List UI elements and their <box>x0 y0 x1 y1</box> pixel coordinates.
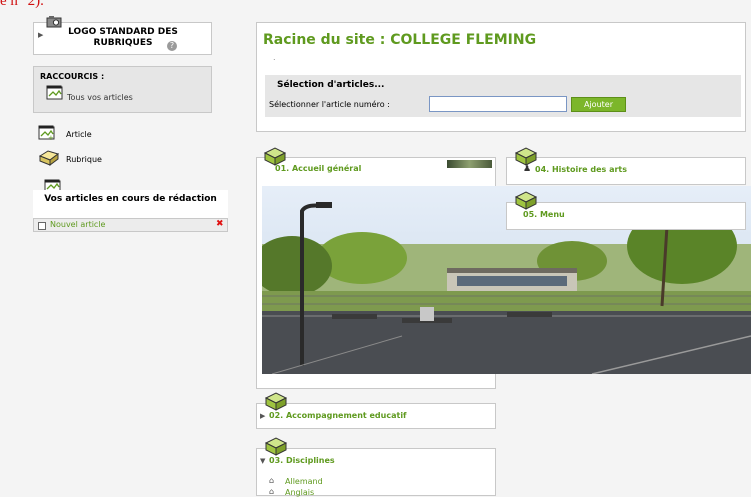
rubrique-icon <box>514 190 538 214</box>
subsection-allemand[interactable]: Allemand <box>285 477 323 486</box>
svg-text:+: + <box>48 134 54 141</box>
section-histoire-label[interactable]: 04. Histoire des arts <box>535 165 627 174</box>
top-red-text: e n° 2). <box>0 0 44 9</box>
subsection-anglais[interactable]: Anglais <box>285 488 314 497</box>
articles-icon[interactable] <box>46 85 64 105</box>
selection-title: Sélection d'articles... <box>277 80 385 90</box>
new-rubrique-icon[interactable] <box>38 150 60 170</box>
sub-rubrique-icon: ⌂ <box>269 487 275 496</box>
rubrique-icon <box>263 146 287 170</box>
article-selection-box: Sélection d'articles... Sélectionner l'a… <box>265 75 741 117</box>
expand-arrow-icon[interactable]: ▶ <box>38 31 43 39</box>
help-icon[interactable]: ? <box>167 41 177 51</box>
site-root-box: Racine du site : COLLEGE FLEMING . Sélec… <box>256 22 746 132</box>
draft-item-label[interactable]: Nouvel article <box>50 220 105 229</box>
rubrique-icon <box>264 391 288 415</box>
draft-item[interactable]: Nouvel article ✖ <box>33 218 228 232</box>
delete-draft-icon[interactable]: ✖ <box>216 219 224 229</box>
camera-icon <box>46 13 62 28</box>
drafts-title: Vos articles en cours de rédaction <box>44 194 217 204</box>
new-article-icon[interactable]: + <box>38 125 56 145</box>
shortcuts-title: RACCOURCIS : <box>40 72 105 81</box>
new-article-link[interactable]: Article <box>66 130 92 139</box>
article-number-input[interactable] <box>429 96 567 112</box>
section-menu[interactable]: 05. Menu <box>506 202 746 230</box>
page-title: Racine du site : COLLEGE FLEMING <box>263 32 537 48</box>
section-disciplines[interactable]: ▼ 03. Disciplines ⌂ Allemand ⌂ Anglais <box>256 448 496 497</box>
section-accompagnement[interactable]: ▶ 02. Accompagnement educatif <box>256 403 496 429</box>
site-dot: . <box>273 53 276 62</box>
rubrique-icon <box>264 436 288 460</box>
section-accompagnement-label[interactable]: 02. Accompagnement educatif <box>269 411 407 420</box>
section-histoire-des-arts[interactable]: ♟ 04. Histoire des arts <box>506 157 746 185</box>
sub-rubrique-icon: ⌂ <box>269 476 275 485</box>
all-articles-link[interactable]: Tous vos articles <box>67 93 133 102</box>
drafts-box: Vos articles en cours de rédaction Nouve… <box>33 190 228 232</box>
add-button[interactable]: Ajouter <box>571 97 626 112</box>
section-accueil-label[interactable]: 01. Accueil général <box>275 164 361 173</box>
accueil-thumbnail <box>447 160 492 168</box>
rubrique-icon <box>514 146 538 170</box>
draft-checkbox[interactable] <box>38 222 46 230</box>
new-rubrique-link[interactable]: Rubrique <box>66 155 102 164</box>
shortcuts-box: RACCOURCIS : Tous vos articles <box>33 66 212 113</box>
selection-label: Sélectionner l'article numéro : <box>269 100 390 109</box>
